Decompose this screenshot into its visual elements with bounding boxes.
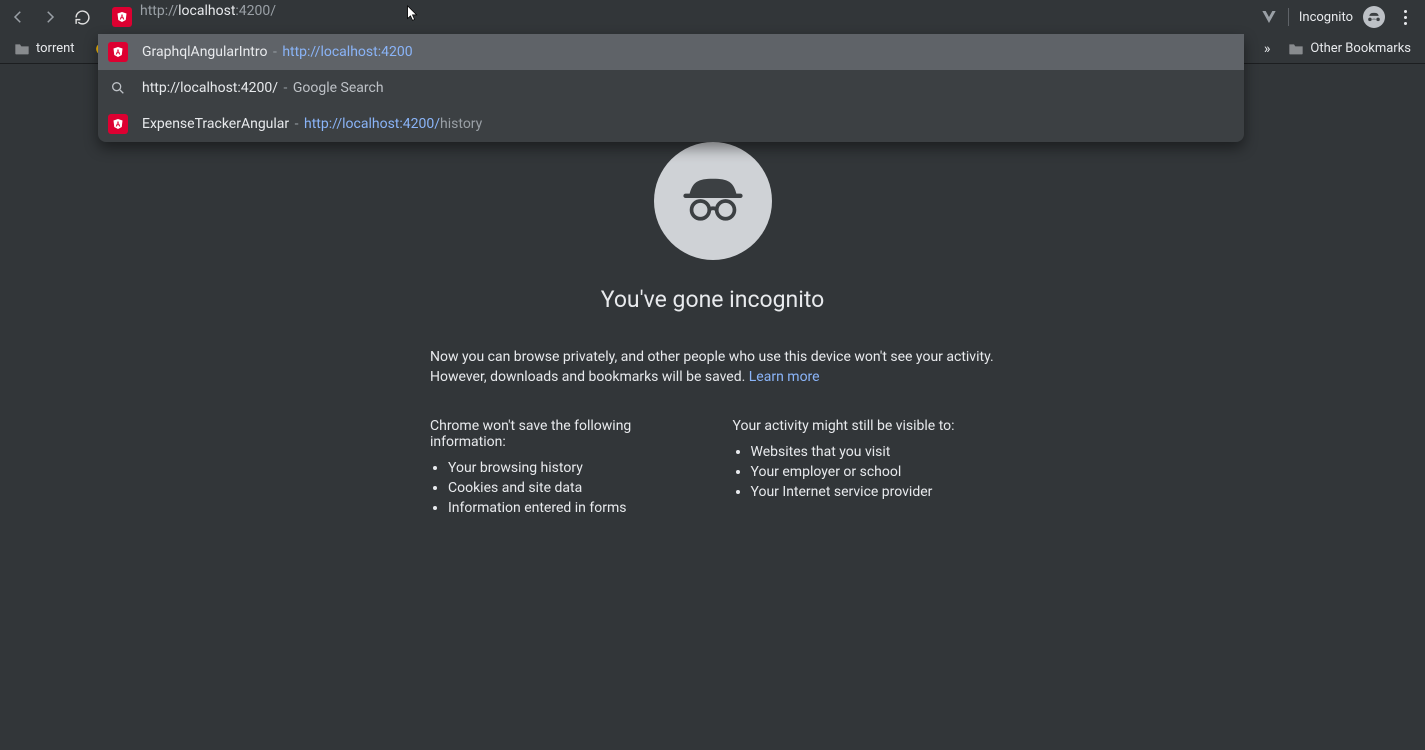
url-protocol: http:// (140, 3, 178, 19)
incognito-heading: You've gone incognito (601, 286, 825, 313)
address-bar[interactable]: http://localhost:4200/ (140, 3, 1256, 31)
list-item: Your Internet service provider (751, 484, 996, 500)
extension-vue-icon[interactable] (1260, 8, 1278, 26)
list-item: Cookies and site data (448, 480, 693, 496)
suggestion-title: ExpenseTrackerAngular (142, 116, 289, 132)
other-bookmarks-label: Other Bookmarks (1310, 41, 1411, 56)
list-item: Information entered in forms (448, 500, 693, 516)
bookmark-label: torrent (36, 41, 75, 56)
incognito-columns: Chrome won't save the following informat… (430, 418, 995, 520)
suggestion-row[interactable]: ExpenseTrackerAngular - http://localhost… (98, 106, 1244, 142)
suggestion-title: http://localhost:4200/ (142, 80, 278, 96)
bookmark-item-torrent[interactable]: torrent (8, 38, 81, 59)
angular-icon (108, 114, 128, 134)
wont-save-column: Chrome won't save the following informat… (430, 418, 693, 520)
search-icon (108, 78, 128, 98)
learn-more-link[interactable]: Learn more (749, 369, 820, 385)
suggestion-dash: - (269, 44, 280, 60)
incognito-description: Now you can browse privately, and other … (430, 347, 995, 388)
folder-icon (14, 42, 30, 56)
incognito-new-tab-page: You've gone incognito Now you can browse… (0, 64, 1425, 750)
suggestion-dash: - (280, 80, 291, 96)
incognito-hero-icon (654, 142, 772, 260)
column-title: Your activity might still be visible to: (733, 418, 996, 434)
suggestion-row[interactable]: GraphqlAngularIntro - http://localhost:4… (98, 34, 1244, 70)
url-rest: :4200/ (235, 3, 276, 19)
bookmarks-overflow-chevron-icon[interactable]: » (1260, 41, 1275, 57)
toolbar-right: Incognito (1260, 6, 1421, 28)
omnibox-container: http://localhost:4200/ (100, 3, 1256, 31)
incognito-badge-icon[interactable] (1363, 6, 1385, 28)
omnibox-suggestions: GraphqlAngularIntro - http://localhost:4… (98, 34, 1244, 142)
suggestion-row[interactable]: http://localhost:4200/ - Google Search (98, 70, 1244, 106)
suggestion-url: http://localhost:4200/history (304, 116, 482, 132)
browser-toolbar: http://localhost:4200/ Incognito (0, 0, 1425, 34)
url-host: localhost (178, 3, 235, 19)
folder-icon (1288, 42, 1304, 56)
incognito-label: Incognito (1299, 10, 1353, 25)
list-item: Websites that you visit (751, 444, 996, 460)
suggestion-dash: - (291, 116, 302, 132)
list-item: Your employer or school (751, 464, 996, 480)
suggestion-url: http://localhost:4200 (282, 44, 412, 60)
visible-to-column: Your activity might still be visible to:… (733, 418, 996, 520)
reload-button[interactable] (68, 3, 96, 31)
suggestion-title: GraphqlAngularIntro (142, 44, 267, 60)
back-button[interactable] (4, 3, 32, 31)
toolbar-divider (1288, 8, 1289, 26)
column-title: Chrome won't save the following informat… (430, 418, 693, 450)
site-favicon-angular-icon (112, 7, 132, 27)
angular-icon (108, 42, 128, 62)
list-item: Your browsing history (448, 460, 693, 476)
forward-button[interactable] (36, 3, 64, 31)
suggestion-extra: Google Search (293, 80, 384, 96)
other-bookmarks[interactable]: Other Bookmarks (1282, 38, 1417, 59)
kebab-menu-icon[interactable] (1395, 10, 1415, 25)
